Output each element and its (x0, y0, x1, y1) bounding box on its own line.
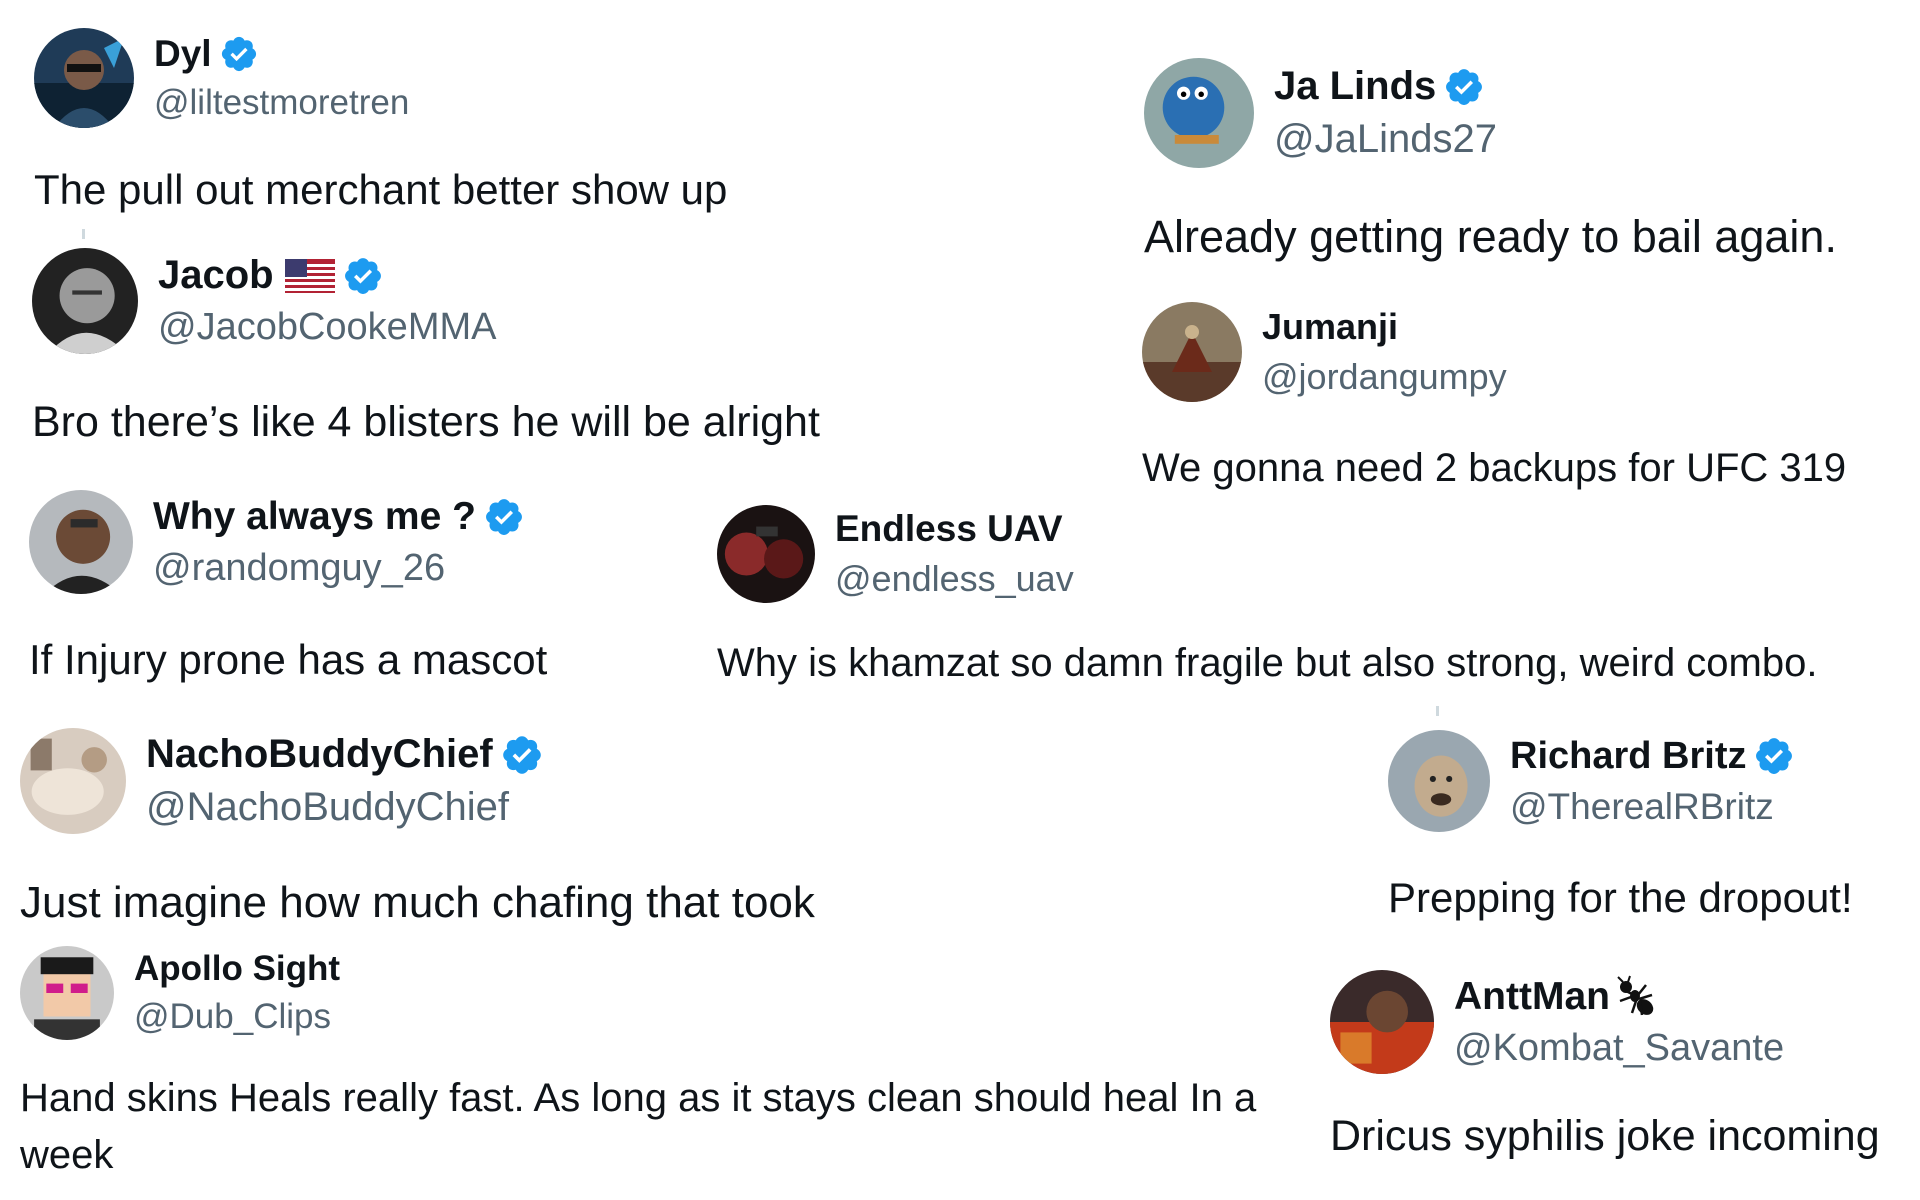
avatar[interactable] (32, 248, 138, 354)
tweet-text: The pull out merchant better show up (34, 166, 728, 213)
tweet-apollo-sight: Apollo Sight @Dub_Clips Hand skins Heals… (20, 946, 1310, 1184)
avatar[interactable] (1388, 730, 1490, 832)
user-handle[interactable]: @NachoBuddyChief (146, 785, 544, 830)
display-name[interactable]: Apollo Sight (134, 949, 340, 989)
tweet-text: Prepping for the dropout! (1388, 874, 1853, 921)
avatar[interactable] (20, 728, 126, 834)
user-handle[interactable]: @Kombat_Savante (1454, 1027, 1784, 1070)
avatar[interactable] (1330, 970, 1434, 1074)
verified-badge-icon (500, 733, 544, 777)
display-name[interactable]: Jumanji (1262, 306, 1398, 348)
display-name[interactable]: Jacob (158, 253, 274, 298)
avatar[interactable] (717, 505, 815, 603)
tweet-anttman: AnttMan @Kombat_Savante Dricus syphilis … (1330, 970, 1880, 1162)
tweet-richard-britz: Richard Britz @TherealRBritz Prepping fo… (1388, 730, 1853, 923)
verified-badge-icon (1443, 66, 1485, 108)
tweet-text: Bro there’s like 4 blisters he will be a… (32, 398, 820, 446)
tweet-text: Dricus syphilis joke incoming (1330, 1112, 1880, 1160)
tweet-text: Why is khamzat so damn fragile but also … (717, 641, 1818, 685)
tweet-text: We gonna need 2 backups for UFC 319 (1142, 446, 1847, 490)
avatar[interactable] (34, 28, 134, 128)
user-handle[interactable]: @randomguy_26 (153, 547, 525, 590)
avatar[interactable] (1142, 302, 1242, 402)
tweet-jumanji: Jumanji @jordangumpy We gonna need 2 bac… (1142, 302, 1846, 493)
user-handle[interactable]: @endless_uav (835, 558, 1074, 600)
verified-badge-icon (219, 34, 259, 74)
display-name[interactable]: Dyl (154, 33, 212, 75)
display-name[interactable]: AnttMan (1454, 975, 1610, 1019)
user-handle[interactable]: @liltestmoretren (154, 83, 409, 123)
user-handle[interactable]: @JacobCookeMMA (158, 306, 496, 349)
thread-separator (1436, 706, 1439, 716)
user-handle[interactable]: @JaLinds27 (1274, 117, 1497, 162)
ant-icon (1617, 975, 1654, 1015)
tweet-why-always-me: Why always me ? @randomguy_26 If Injury … (29, 490, 547, 685)
tweet-ja-linds: Ja Linds @JaLinds27 Already getting read… (1144, 58, 1837, 265)
us-flag-icon (284, 258, 335, 293)
tweet-text: Already getting ready to bail again. (1144, 211, 1837, 262)
display-name[interactable]: Endless UAV (835, 508, 1063, 550)
user-handle[interactable]: @jordangumpy (1262, 356, 1507, 398)
avatar[interactable] (20, 946, 114, 1040)
verified-badge-icon (342, 255, 384, 297)
avatar[interactable] (1144, 58, 1254, 168)
tweet-dyl: Dyl @liltestmoretren The pull out mercha… (34, 28, 727, 215)
tweet-text: Just imagine how much chafing that took (20, 878, 815, 927)
display-name[interactable]: NachoBuddyChief (146, 732, 493, 777)
display-name[interactable]: Richard Britz (1510, 735, 1746, 778)
tweet-jacob: Jacob @JacobCookeMMA Bro there’s like 4 … (32, 248, 820, 448)
display-name[interactable]: Why always me ? (153, 495, 476, 539)
user-handle[interactable]: @Dub_Clips (134, 997, 340, 1037)
verified-badge-icon (1753, 735, 1795, 777)
tweet-text: Hand skins Heals really fast. As long as… (20, 1076, 1257, 1177)
tweet-endless-uav: Endless UAV @endless_uav Why is khamzat … (717, 505, 1817, 688)
display-name[interactable]: Ja Linds (1274, 64, 1436, 109)
thread-separator (82, 229, 85, 239)
tweet-text: If Injury prone has a mascot (29, 636, 548, 683)
user-handle[interactable]: @TherealRBritz (1510, 786, 1795, 828)
tweet-nachobuddychief: NachoBuddyChief @NachoBuddyChief Just im… (20, 728, 815, 930)
verified-badge-icon (483, 496, 525, 538)
avatar[interactable] (29, 490, 133, 594)
